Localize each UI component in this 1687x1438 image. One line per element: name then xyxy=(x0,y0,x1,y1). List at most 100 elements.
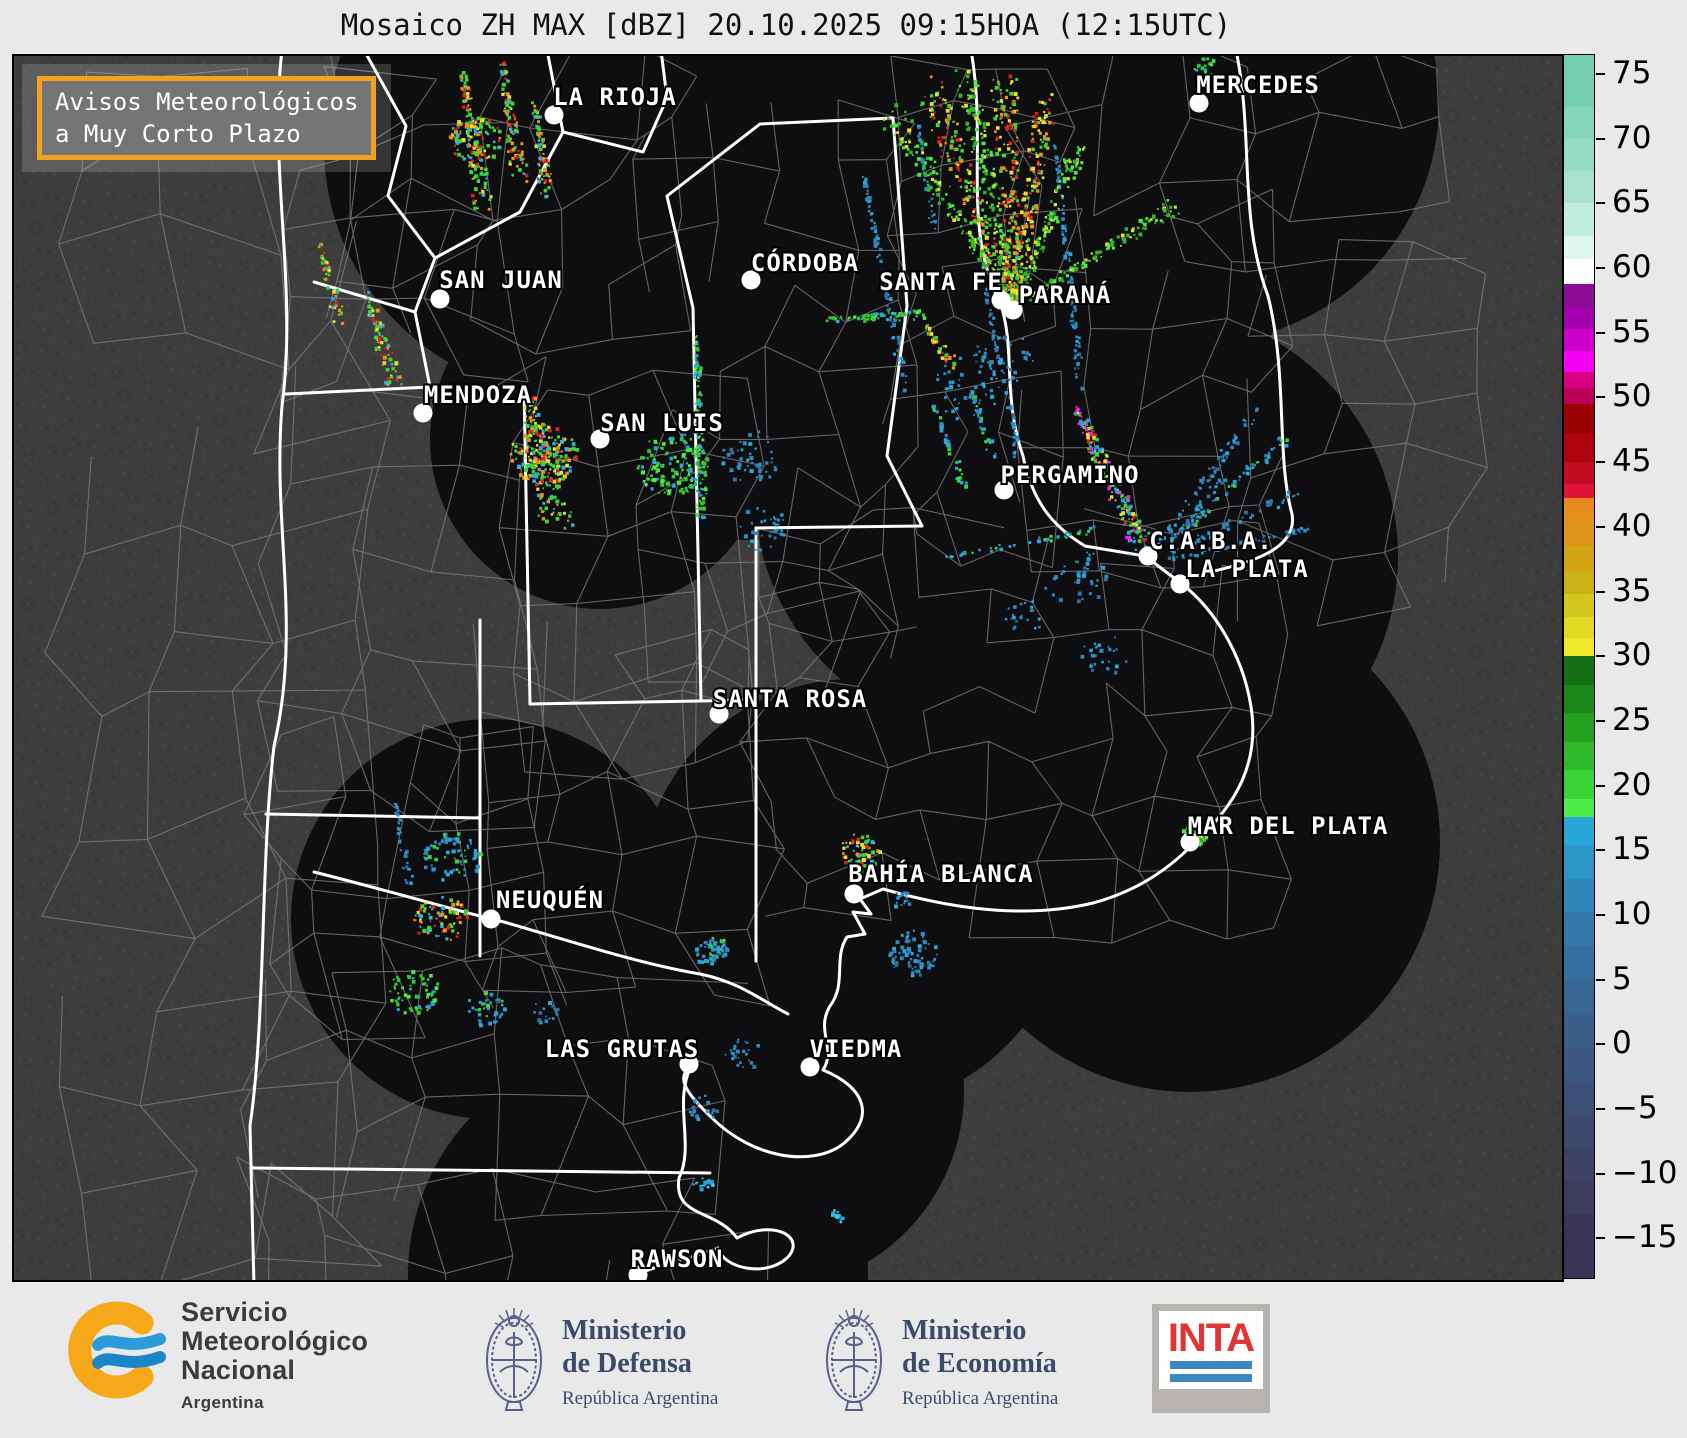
colorbar-segment xyxy=(1564,403,1594,434)
colorbar-tick xyxy=(1596,849,1605,852)
colorbar-segment xyxy=(1564,498,1594,517)
colorbar-tick-label: 10 xyxy=(1612,895,1652,932)
colorbar-segment xyxy=(1564,306,1594,329)
colorbar-segment xyxy=(1564,638,1594,657)
city-label: MERCEDES xyxy=(1196,71,1320,99)
colorbar-segment xyxy=(1564,741,1594,771)
colorbar-segment xyxy=(1564,1114,1594,1148)
warning-overlay: Avisos Meteorológicos a Muy Corto Plazo xyxy=(22,64,392,172)
city-label: CÓRDOBA xyxy=(751,247,859,277)
city-label: LAS GRUTAS xyxy=(545,1035,700,1063)
colorbar-tick xyxy=(1596,331,1605,334)
smn-line-3: Nacional xyxy=(181,1355,296,1385)
argentina-crest-icon xyxy=(486,1308,542,1411)
smn-line-1: Servicio xyxy=(181,1297,288,1327)
defensa-title-2: de Defensa xyxy=(562,1348,692,1379)
colorbar-segment xyxy=(1564,878,1594,913)
inta-bar-2 xyxy=(1170,1373,1252,1382)
colorbar-tick xyxy=(1596,1172,1605,1175)
ministerio-economia-text: Ministerio de Economía República Argenti… xyxy=(902,1314,1058,1415)
smn-wordmark: Servicio Meteorológico Nacional Argentin… xyxy=(181,1298,368,1417)
city-label: SAN JUAN xyxy=(439,266,563,294)
colorbar-tick xyxy=(1596,719,1605,722)
economia-title-2: de Economía xyxy=(902,1348,1057,1379)
colorbar-tick-label: 0 xyxy=(1612,1025,1632,1062)
colorbar-tick-label: −15 xyxy=(1612,1219,1678,1256)
colorbar-tick xyxy=(1596,202,1605,205)
city-label: PARANÁ xyxy=(1019,280,1112,309)
colorbar-segment xyxy=(1564,1181,1594,1216)
inta-bar-1 xyxy=(1170,1360,1252,1369)
colorbar-tick xyxy=(1596,525,1605,528)
colorbar-segment xyxy=(1564,617,1594,639)
inta-wordmark: INTA xyxy=(1167,1315,1255,1360)
city-label: NEUQUÉN xyxy=(496,885,604,914)
colorbar-tick-label: 65 xyxy=(1612,184,1652,221)
page-title: Mosaico ZH MAX [dBZ] 20.10.2025 09:15HOA… xyxy=(340,8,1232,42)
colorbar-segment xyxy=(1564,516,1594,547)
colorbar-tick-label: 75 xyxy=(1612,55,1652,92)
colorbar-segment xyxy=(1564,388,1594,404)
colorbar-tick xyxy=(1596,978,1605,981)
colorbar-segment xyxy=(1564,283,1594,307)
colorbar-tick xyxy=(1596,1237,1605,1240)
colorbar-tick-label: 25 xyxy=(1612,701,1652,738)
city-label: MAR DEL PLATA xyxy=(1188,812,1389,840)
colorbar-segment xyxy=(1564,1013,1594,1047)
city-label: BAHÍA BLANCA xyxy=(848,859,1033,888)
footer: Servicio Meteorológico Nacional Argentin… xyxy=(0,1282,1687,1438)
colorbar-tick-label: 70 xyxy=(1612,119,1652,156)
colorbar xyxy=(1563,54,1595,1279)
smn-logo-arc xyxy=(68,1301,154,1399)
city-label: RAWSON xyxy=(631,1245,724,1273)
colorbar-tick xyxy=(1596,590,1605,593)
smn-line-2: Meteorológico xyxy=(181,1326,369,1356)
colorbar-tick-label: 55 xyxy=(1612,313,1652,350)
colorbar-tick-label: 5 xyxy=(1612,960,1632,997)
colorbar-segment xyxy=(1564,235,1594,260)
ministerio-defensa-text: Ministerio de Defensa República Argentin… xyxy=(562,1314,718,1415)
colorbar-segment xyxy=(1564,912,1594,946)
colorbar-tick-label: −5 xyxy=(1612,1090,1658,1127)
city-label: SAN LUIS xyxy=(600,409,724,437)
colorbar-segment xyxy=(1564,171,1594,204)
economia-title-1: Ministerio xyxy=(902,1315,1027,1346)
city-label: LA PLATA xyxy=(1185,555,1309,583)
defensa-title-1: Ministerio xyxy=(562,1315,687,1346)
colorbar-segment xyxy=(1564,1080,1594,1115)
colorbar-segment xyxy=(1564,570,1594,595)
colorbar-segment xyxy=(1564,484,1594,499)
colorbar-segment xyxy=(1564,259,1594,284)
colorbar-segment xyxy=(1564,138,1594,172)
colorbar-segment xyxy=(1564,1215,1594,1278)
warning-box: Avisos Meteorológicos a Muy Corto Plazo xyxy=(37,76,377,160)
warning-line-1: Avisos Meteorológicos xyxy=(55,88,359,116)
colorbar-segment xyxy=(1564,350,1594,372)
inta-logo: INTA xyxy=(1152,1304,1270,1413)
colorbar-segment xyxy=(1564,594,1594,618)
colorbar-tick xyxy=(1596,913,1605,916)
city-label: SANTA ROSA xyxy=(713,685,868,713)
colorbar-tick-label: 20 xyxy=(1612,766,1652,803)
colorbar-tick xyxy=(1596,73,1605,76)
colorbar-tick xyxy=(1596,1108,1605,1111)
colorbar-segment xyxy=(1564,106,1594,139)
colorbar-segment xyxy=(1564,798,1594,817)
colorbar-segment xyxy=(1564,371,1594,389)
colorbar-ticks: 75 70 65 60 55 50 45 40 35 30 25 20 15 10 5 0 −5 −10 −15 xyxy=(1596,54,1686,1277)
colorbar-segment xyxy=(1564,713,1594,742)
city-label: C.A.B.A. xyxy=(1149,527,1273,555)
colorbar-segment xyxy=(1564,770,1594,799)
colorbar-segment xyxy=(1564,946,1594,980)
colorbar-tick xyxy=(1596,655,1605,658)
city-label: PERGAMINO xyxy=(1000,461,1139,489)
smn-logo-wave-2 xyxy=(92,1351,166,1369)
colorbar-tick xyxy=(1596,461,1605,464)
colorbar-segment xyxy=(1564,328,1594,351)
colorbar-segment xyxy=(1564,816,1594,846)
colorbar-segment xyxy=(1564,203,1594,236)
warning-line-2: a Muy Corto Plazo xyxy=(55,120,301,148)
colorbar-tick-label: 45 xyxy=(1612,443,1652,480)
colorbar-tick-label: 35 xyxy=(1612,572,1652,609)
colorbar-tick xyxy=(1596,1043,1605,1046)
